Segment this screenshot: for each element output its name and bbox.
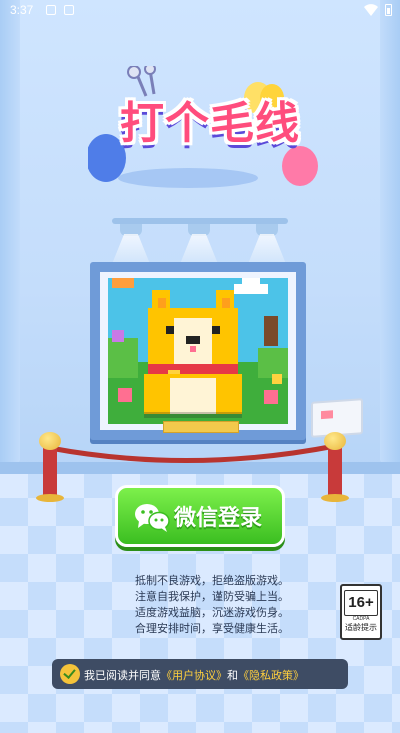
notification-icon <box>46 5 56 15</box>
wifi-icon <box>364 4 378 16</box>
post-cap-icon <box>39 432 61 450</box>
post-base <box>321 494 349 502</box>
logo-title: 打个毛线 <box>120 98 300 149</box>
notice-line: 适度游戏益脑，沉迷游戏伤身。 <box>135 606 289 619</box>
painting-frame <box>90 262 306 440</box>
battery-icon <box>385 4 392 16</box>
pixel-shiba-dog-image <box>108 278 288 424</box>
agreement-text: 我已阅读并同意《用户协议》和《隐私政策》 <box>84 667 304 683</box>
status-bar: 3:37 <box>0 0 400 22</box>
age-rating-tip: 适龄提示 <box>345 623 377 632</box>
age-rating-badge[interactable]: 16+ CADPA 适龄提示 <box>340 584 382 640</box>
agree-checkbox-check-icon[interactable] <box>60 664 80 684</box>
wechat-login-label: 微信登录 <box>174 506 263 531</box>
post-cap-icon <box>324 432 346 450</box>
health-notice: 抵制不良游戏，拒绝盗版游戏。 注意自我保护，谨防受骗上当。 适度游戏益脑，沉迷游… <box>117 573 307 637</box>
game-logo: 打个毛线 <box>88 66 318 196</box>
wechat-icon <box>135 504 170 532</box>
notice-line: 抵制不良游戏，拒绝盗版游戏。 <box>135 574 289 587</box>
agreement-and: 和 <box>227 669 238 682</box>
wall-right-side <box>380 0 400 500</box>
user-agreement-link[interactable]: 《用户协议》 <box>161 669 227 682</box>
agreement-bar: 我已阅读并同意《用户协议》和《隐私政策》 <box>52 659 348 689</box>
agreement-prefix: 我已阅读并同意 <box>84 669 161 682</box>
painting-canvas <box>100 272 296 430</box>
notice-line: 合理安排时间，享受健康生活。 <box>135 622 289 635</box>
notice-line: 注意自我保护，谨防受骗上当。 <box>135 590 289 603</box>
wall-left-side <box>0 0 20 500</box>
age-rating-org: CADPA <box>352 616 370 622</box>
post-base <box>36 494 64 502</box>
wechat-login-button[interactable]: 微信登录 <box>115 485 285 547</box>
age-rating-number: 16+ <box>344 590 378 616</box>
privacy-policy-link[interactable]: 《隐私政策》 <box>238 669 304 682</box>
notification-icon <box>64 5 74 15</box>
status-time: 3:37 <box>10 3 34 17</box>
